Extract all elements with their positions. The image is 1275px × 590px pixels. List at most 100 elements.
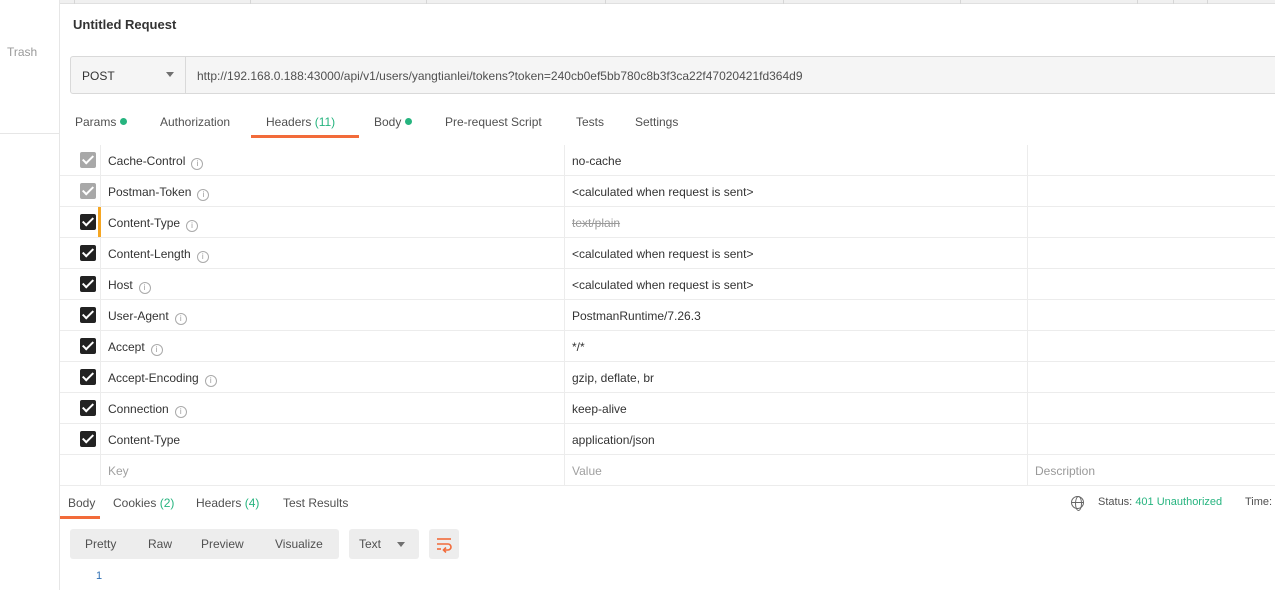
- header-key-text: Accept-Encoding: [108, 371, 199, 385]
- info-icon[interactable]: i: [196, 251, 209, 263]
- header-checkbox[interactable]: [80, 307, 96, 323]
- header-value: gzip, deflate, br: [572, 371, 655, 385]
- info-icon[interactable]: i: [191, 158, 204, 170]
- tab-body-label: Body: [374, 115, 402, 129]
- header-key: Content-Length i: [108, 247, 209, 263]
- info-icon[interactable]: i: [138, 282, 151, 294]
- header-check-cell: [60, 269, 101, 299]
- info-icon[interactable]: i: [197, 189, 210, 201]
- header-key[interactable]: Content-Type: [108, 433, 180, 447]
- header-value: <calculated when request is sent>: [572, 278, 754, 292]
- view-visualize-button[interactable]: Visualize: [275, 537, 323, 551]
- tab-divider: [1207, 0, 1208, 4]
- format-select[interactable]: Text: [349, 529, 419, 559]
- column-divider: [564, 362, 565, 392]
- header-key: User-Agent i: [108, 309, 187, 325]
- tab-headers[interactable]: Headers (11): [266, 115, 335, 129]
- response-status: Status: 401 Unauthorized: [1098, 496, 1222, 508]
- info-icon[interactable]: i: [174, 313, 187, 325]
- header-value-overridden: text/plain: [572, 216, 621, 230]
- column-divider: [564, 207, 565, 237]
- header-value[interactable]: application/json: [572, 433, 655, 447]
- request-tab-strip[interactable]: [60, 0, 1275, 4]
- tab-cookies-count: (2): [159, 496, 175, 510]
- tab-divider: [1137, 0, 1138, 4]
- header-value-input[interactable]: Value: [572, 464, 602, 478]
- header-check-cell: [60, 176, 101, 206]
- column-divider: [1027, 269, 1028, 299]
- header-key: Accept i: [108, 340, 163, 356]
- url-input[interactable]: http://192.168.0.188:43000/api/v1/users/…: [197, 69, 803, 83]
- column-divider: [1027, 424, 1028, 454]
- info-icon[interactable]: i: [186, 220, 199, 232]
- tab-divider: [426, 0, 427, 4]
- column-divider: [564, 238, 565, 268]
- header-checkbox[interactable]: [80, 152, 96, 168]
- header-check-cell: [60, 393, 101, 423]
- header-description-input[interactable]: Description: [1035, 464, 1095, 478]
- tab-authorization[interactable]: Authorization: [160, 115, 230, 129]
- editor-line-number: 1: [96, 570, 103, 582]
- tab-resp-headers-label: Headers: [196, 496, 242, 510]
- url-bar: POST http://192.168.0.188:43000/api/v1/u…: [70, 56, 1275, 94]
- header-value: keep-alive: [572, 402, 627, 416]
- header-key: Connection i: [108, 402, 187, 418]
- header-row: Content-Type application/json: [60, 424, 1275, 455]
- header-checkbox[interactable]: [80, 431, 96, 447]
- view-preview-button[interactable]: Preview: [201, 537, 244, 551]
- header-checkbox[interactable]: [80, 214, 96, 230]
- tab-test-results[interactable]: Test Results: [283, 496, 348, 510]
- tab-divider: [1173, 0, 1174, 4]
- tab-response-body[interactable]: Body: [68, 496, 95, 510]
- column-divider: [564, 424, 565, 454]
- view-pretty-button[interactable]: Pretty: [85, 537, 116, 551]
- tab-params[interactable]: Params: [75, 115, 128, 129]
- tab-divider: [783, 0, 784, 4]
- header-checkbox[interactable]: [80, 369, 96, 385]
- header-checkbox[interactable]: [80, 276, 96, 292]
- method-label: POST: [82, 69, 115, 83]
- header-row: Postman-Token i <calculated when request …: [60, 176, 1275, 207]
- status-code[interactable]: 401 Unauthorized: [1135, 496, 1222, 508]
- column-divider: [1027, 300, 1028, 330]
- view-raw-button[interactable]: Raw: [148, 537, 172, 551]
- header-checkbox[interactable]: [80, 245, 96, 261]
- sidebar-trash-link[interactable]: Trash: [7, 45, 37, 59]
- column-divider: [564, 269, 565, 299]
- status-label: Status:: [1098, 496, 1133, 508]
- header-checkbox[interactable]: [80, 400, 96, 416]
- tab-settings[interactable]: Settings: [635, 115, 678, 129]
- column-divider: [564, 145, 565, 175]
- tab-response-headers[interactable]: Headers (4): [196, 496, 259, 510]
- info-icon[interactable]: i: [174, 406, 187, 418]
- column-divider: [1027, 238, 1028, 268]
- header-checkbox[interactable]: [80, 338, 96, 354]
- header-check-cell: [60, 300, 101, 330]
- tab-response-cookies[interactable]: Cookies (2): [113, 496, 174, 510]
- tab-prerequest-script[interactable]: Pre-request Script: [445, 115, 542, 129]
- column-divider: [1027, 455, 1028, 485]
- header-key-text: Content-Length: [108, 247, 191, 261]
- format-label: Text: [359, 537, 382, 551]
- tab-body[interactable]: Body: [374, 115, 413, 129]
- header-key-text: User-Agent: [108, 309, 169, 323]
- header-checkbox[interactable]: [80, 183, 96, 199]
- info-icon[interactable]: i: [204, 375, 217, 387]
- info-icon[interactable]: i: [150, 344, 163, 356]
- method-select[interactable]: POST: [71, 57, 186, 93]
- header-key-input[interactable]: Key: [108, 464, 129, 478]
- sidebar: Trash: [0, 0, 60, 590]
- header-key: Cache-Control i: [108, 154, 204, 170]
- active-dot-icon: [120, 118, 128, 125]
- tab-divider: [250, 0, 251, 4]
- column-divider: [564, 393, 565, 423]
- header-row: Accept i */*: [60, 331, 1275, 362]
- request-title[interactable]: Untitled Request: [73, 17, 176, 32]
- request-tabs: Params Authorization Headers (11) Body P…: [60, 108, 1275, 138]
- tab-divider: [960, 0, 961, 4]
- wrap-lines-button[interactable]: [429, 529, 459, 559]
- tab-tests[interactable]: Tests: [576, 115, 604, 129]
- header-row: User-Agent i PostmanRuntime/7.26.3: [60, 300, 1275, 331]
- globe-icon[interactable]: [1071, 496, 1084, 511]
- header-key: Content-Type i: [108, 216, 199, 232]
